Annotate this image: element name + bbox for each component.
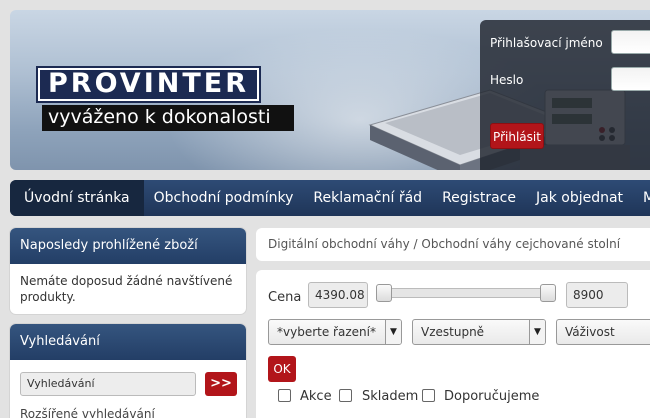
checkbox-doporucujeme-label: Doporučujeme xyxy=(444,389,540,404)
main-nav: Úvodní stránka Obchodní podmínky Reklama… xyxy=(10,180,650,216)
recent-products-box: Naposledy prohlížené zboží Nemáte doposu… xyxy=(10,228,246,314)
filter-ok-button[interactable]: OK xyxy=(268,356,296,382)
nav-item-complaints[interactable]: Reklamační řád xyxy=(303,180,432,216)
checkbox-skladem[interactable] xyxy=(339,389,352,402)
price-max-input[interactable]: 8900 xyxy=(566,282,628,308)
password-input[interactable] xyxy=(611,67,650,91)
sort-select[interactable]: *vyberte řazení* ▼ xyxy=(268,319,402,345)
username-label: Přihlašovací jméno xyxy=(490,36,603,50)
search-box: Vyhledávání Vyhledávání >> Rozšířené vyh… xyxy=(10,324,246,418)
chevron-down-icon: ▼ xyxy=(385,320,401,344)
price-min-input[interactable]: 4390.08 xyxy=(308,282,368,308)
username-input[interactable] xyxy=(611,30,650,54)
nav-item-registration[interactable]: Registrace xyxy=(432,180,526,216)
sort-select-value: *vyberte řazení* xyxy=(277,325,376,339)
nav-item-my-orders[interactable]: Moje ob xyxy=(633,180,650,216)
parameter-select[interactable]: Váživost xyxy=(556,319,650,345)
recent-products-empty-text: Nemáte doposud žádné navštívené produkty… xyxy=(20,274,233,304)
search-title: Vyhledávání xyxy=(10,324,246,360)
price-slider-max-handle[interactable] xyxy=(540,284,556,302)
price-slider-track[interactable] xyxy=(380,288,548,298)
price-label: Cena xyxy=(268,290,302,305)
nav-item-home[interactable]: Úvodní stránka xyxy=(10,180,144,216)
search-input[interactable]: Vyhledávání xyxy=(20,372,196,396)
parameter-select-value: Váživost xyxy=(565,325,615,339)
checkbox-skladem-label: Skladem xyxy=(362,389,419,404)
logo-wordmark: PROVINTER xyxy=(38,68,259,101)
advanced-search-link[interactable]: Rozšířené vyhledávání xyxy=(20,407,155,418)
login-panel: Přihlašovací jméno Heslo Přihlásit xyxy=(480,20,650,170)
order-select-value: Vzestupně xyxy=(421,325,485,339)
breadcrumb[interactable]: Digitální obchodní váhy / Obchodní váhy … xyxy=(256,228,650,261)
filter-panel: Cena 4390.08 8900 *vyberte řazení* ▼ Vze… xyxy=(256,270,650,418)
checkbox-doporucujeme[interactable] xyxy=(422,389,435,402)
logo-slogan: vyváženo k dokonalosti xyxy=(42,105,294,131)
nav-item-how-to-order[interactable]: Jak objednat xyxy=(526,180,633,216)
price-slider-min-handle[interactable] xyxy=(376,284,392,302)
login-button[interactable]: Přihlásit xyxy=(490,123,544,149)
password-label: Heslo xyxy=(490,73,524,87)
recent-products-title: Naposledy prohlížené zboží xyxy=(10,228,246,264)
checkbox-akce-label: Akce xyxy=(300,389,332,404)
provinter-logo[interactable]: PROVINTER vyváženo k dokonalosti xyxy=(38,68,294,131)
chevron-down-icon: ▼ xyxy=(529,320,545,344)
search-submit-button[interactable]: >> xyxy=(205,372,237,396)
order-select[interactable]: Vzestupně ▼ xyxy=(412,319,546,345)
nav-item-terms[interactable]: Obchodní podmínky xyxy=(144,180,304,216)
checkbox-akce[interactable] xyxy=(278,389,291,402)
